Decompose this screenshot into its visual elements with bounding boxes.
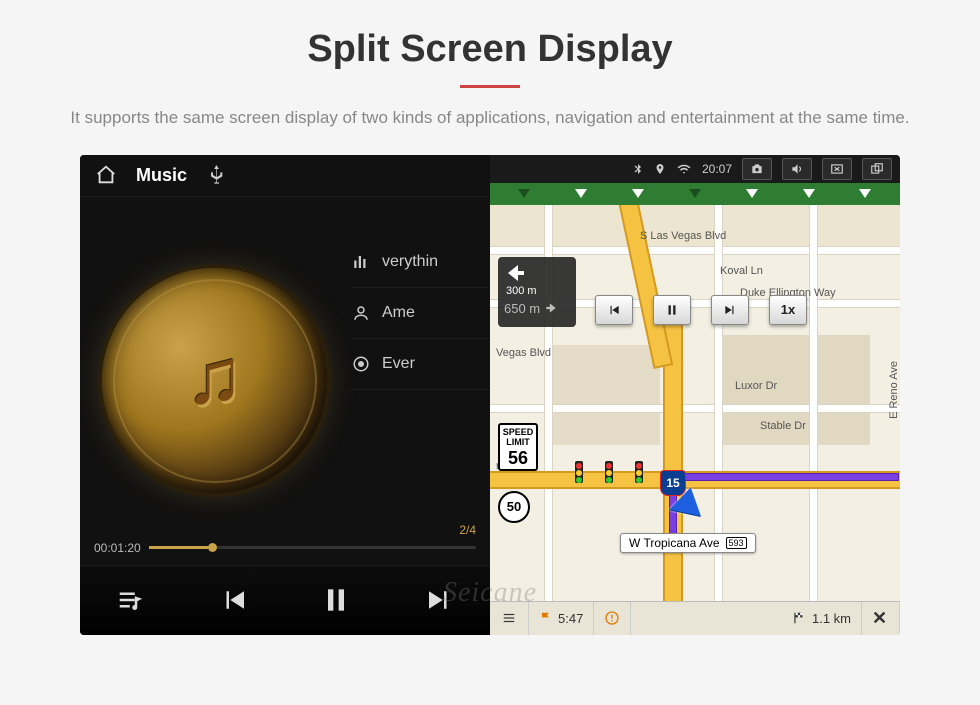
sim-speed-button[interactable]: 1x <box>769 295 807 325</box>
eta-segment[interactable]: 5:47 <box>529 602 594 635</box>
speed-limit-value: 56 <box>500 449 536 469</box>
traffic-light-icon <box>605 461 613 483</box>
lane-arrow-icon <box>746 189 758 198</box>
map-block <box>550 345 660 445</box>
usb-icon[interactable] <box>205 163 229 187</box>
speed-limit-label: SPEED LIMIT <box>503 427 534 447</box>
current-street-name: W Tropicana Ave <box>629 536 720 550</box>
navigation-panel: 20:07 <box>490 155 900 635</box>
page-description: It supports the same screen display of t… <box>0 106 980 155</box>
music-body: ♫ verythin Ame <box>80 197 490 565</box>
street-label: E Reno Ave <box>888 361 900 419</box>
road <box>810 205 817 601</box>
distance-value: 1.1 km <box>812 611 851 626</box>
street-label: S Las Vegas Blvd <box>640 230 726 242</box>
street-label: Koval Ln <box>720 265 763 277</box>
prev-button[interactable] <box>210 576 258 624</box>
status-time: 20:07 <box>702 162 732 176</box>
playlist-button[interactable] <box>107 576 155 624</box>
pause-button[interactable] <box>312 576 360 624</box>
turn-left-icon <box>504 261 528 285</box>
music-app-title: Music <box>136 165 187 186</box>
next-button[interactable] <box>415 576 463 624</box>
close-window-button[interactable] <box>822 158 852 180</box>
street-label: Luxor Dr <box>735 380 777 392</box>
equalizer-icon <box>350 251 372 273</box>
track-label: verythin <box>382 253 438 271</box>
sim-next-button[interactable] <box>711 295 749 325</box>
speed-limit-sign: SPEED LIMIT 56 <box>498 423 538 471</box>
page-title: Split Screen Display <box>0 0 980 71</box>
elapsed-time: 00:01:20 <box>94 541 141 555</box>
volume-button[interactable] <box>782 158 812 180</box>
turn-distance-secondary: 650 m <box>504 301 540 316</box>
route-line <box>669 473 899 481</box>
nav-bottom-bar: 5:47 1.1 km ✕ <box>490 601 900 635</box>
turn-instruction: 300 m 650 m <box>498 257 576 327</box>
warning-icon <box>604 610 620 626</box>
artist-icon <box>350 302 372 324</box>
album-icon <box>350 353 372 375</box>
lane-arrow-icon <box>518 189 530 198</box>
progress-bar[interactable] <box>149 546 476 549</box>
music-panel: Music ♫ verythin Am <box>80 155 490 635</box>
lane-guidance-strip <box>490 183 900 205</box>
track-row[interactable]: verythin <box>350 237 510 288</box>
progress-fill <box>149 546 208 549</box>
current-street-bubble: W Tropicana Ave 593 <box>620 533 756 553</box>
menu-button[interactable] <box>490 602 529 635</box>
lane-arrow-icon <box>689 189 701 198</box>
track-counter: 2/4 <box>459 523 476 537</box>
warning-button[interactable] <box>594 602 631 635</box>
flag-icon <box>539 611 553 625</box>
nav-close-button[interactable]: ✕ <box>862 602 900 635</box>
location-icon <box>654 162 666 176</box>
lane-arrow-icon <box>632 189 644 198</box>
sim-prev-button[interactable] <box>595 295 633 325</box>
route-shield: 50 <box>498 491 530 523</box>
street-label: Stable Dr <box>760 420 806 432</box>
traffic-light-icon <box>575 461 583 483</box>
distance-segment[interactable]: 1.1 km <box>781 602 862 635</box>
home-icon[interactable] <box>94 163 118 187</box>
status-bar: 20:07 <box>490 155 900 183</box>
camera-button[interactable] <box>742 158 772 180</box>
progress-thumb[interactable] <box>208 543 217 552</box>
music-controls <box>80 565 490 635</box>
main-road <box>665 325 681 601</box>
track-row[interactable]: Ever <box>350 339 510 390</box>
track-label: Ame <box>382 304 415 322</box>
track-row[interactable]: Ame <box>350 288 510 339</box>
lane-arrow-icon <box>803 189 815 198</box>
multitask-button[interactable] <box>862 158 892 180</box>
simulation-controls: 1x <box>595 295 807 325</box>
bluetooth-icon <box>632 162 644 176</box>
album-art: ♫ <box>102 268 327 493</box>
map-viewport[interactable]: S Las Vegas Blvd Koval Ln Duke Ellington… <box>490 205 900 601</box>
route-mini-shield: 593 <box>726 537 747 549</box>
turn-right-icon <box>544 301 558 315</box>
street-label: Vegas Blvd <box>496 347 551 359</box>
turn-distance-primary: 300 m <box>506 285 570 297</box>
sim-pause-button[interactable] <box>653 295 691 325</box>
track-label: Ever <box>382 355 415 373</box>
progress-row: 2/4 00:01:20 <box>80 541 490 555</box>
split-screen-device: Music ♫ verythin Am <box>80 155 900 635</box>
eta-value: 5:47 <box>558 611 583 626</box>
dest-flag-icon <box>791 611 807 625</box>
wifi-icon <box>676 162 692 176</box>
traffic-light-icon <box>635 461 643 483</box>
title-underline <box>460 85 520 88</box>
lane-arrow-icon <box>859 189 871 198</box>
track-list: verythin Ame Ever <box>350 237 510 390</box>
lane-arrow-icon <box>575 189 587 198</box>
music-note-icon: ♫ <box>185 331 244 422</box>
music-topbar: Music <box>80 155 490 197</box>
